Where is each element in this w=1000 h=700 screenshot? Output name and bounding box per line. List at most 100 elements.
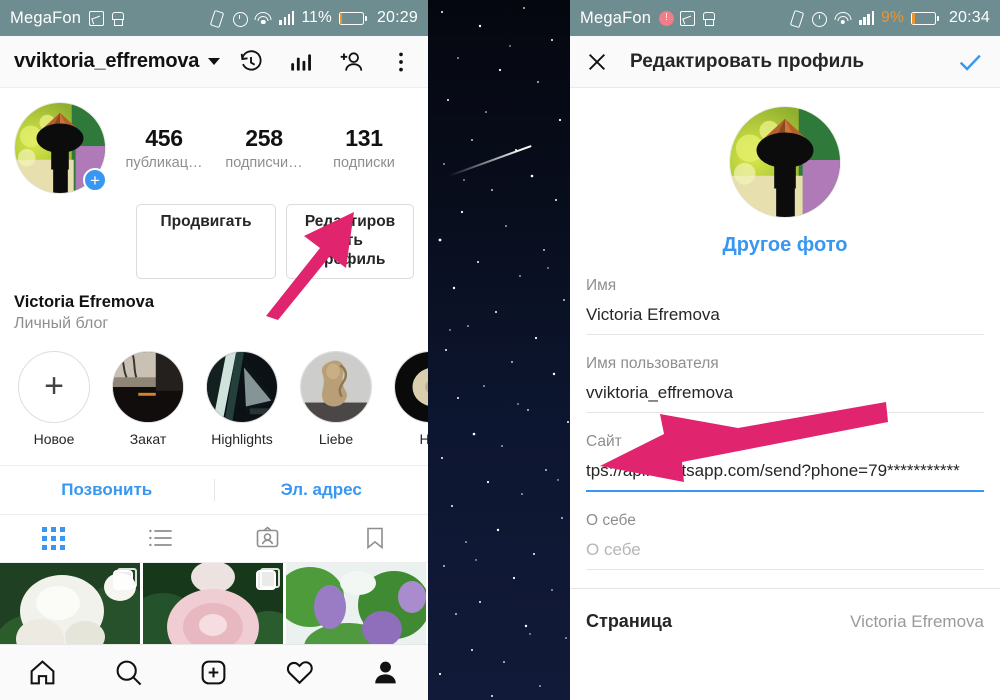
username-input[interactable]: vviktoria_effremova — [586, 373, 984, 412]
history-icon[interactable] — [238, 49, 264, 75]
wifi-icon — [834, 11, 852, 25]
add-person-icon[interactable] — [338, 49, 364, 75]
edit-profile-header: Редактировать профиль — [570, 36, 1000, 88]
stat-following[interactable]: 131 подписки — [316, 125, 412, 171]
avatar[interactable] — [729, 106, 841, 218]
carousel-icon — [256, 567, 280, 590]
call-button[interactable]: Позвонить — [0, 480, 214, 500]
promote-button[interactable]: Продвигать — [136, 204, 276, 279]
profile-tabs — [0, 515, 428, 563]
stat-posts[interactable]: 456 публикац… — [116, 125, 212, 171]
tab-list[interactable] — [107, 515, 214, 562]
highlight-item[interactable]: Liebe — [300, 350, 372, 447]
story-highlights: + Новое Закат Highlights Liebe H — [0, 333, 428, 447]
website-input[interactable]: tps://api.whatsapp.com/send?phone=79****… — [586, 451, 984, 490]
highlight-item[interactable]: Highlights — [206, 350, 278, 447]
screenshot-icon — [680, 10, 696, 26]
chevron-down-icon[interactable] — [208, 58, 221, 65]
contact-buttons: Позвонить Эл. адрес — [0, 464, 429, 515]
battery-icon — [338, 11, 367, 25]
saved-icon — [366, 527, 383, 550]
search-icon — [116, 660, 142, 686]
left-status-bar: MegaFon 11% 20:29 — [0, 0, 428, 36]
highlight-thumbnail — [300, 350, 372, 423]
page-title: Редактировать профиль — [630, 50, 865, 72]
stars — [438, 7, 569, 697]
stat-label: публикац… — [125, 155, 203, 171]
field-underline — [586, 569, 984, 570]
linked-page-row[interactable]: Страница Victoria Efremova — [570, 589, 1000, 632]
sunset-image — [113, 351, 183, 422]
field-username: Имя пользователя vviktoria_effremova — [570, 355, 1000, 413]
nav-profile[interactable] — [342, 658, 428, 687]
email-button[interactable]: Эл. адрес — [215, 480, 429, 500]
wifi-icon — [254, 11, 272, 25]
tagged-icon — [256, 526, 279, 548]
stat-followers[interactable]: 258 подписчи… — [216, 125, 312, 171]
sim-icon: ! — [659, 10, 675, 26]
alarm-icon — [231, 10, 248, 27]
profile-header: vviktoria_effremova — [0, 36, 428, 88]
tab-grid[interactable] — [0, 515, 107, 562]
change-photo-button[interactable]: Другое фото — [723, 234, 848, 257]
nav-home[interactable] — [0, 658, 86, 687]
field-underline — [586, 412, 984, 413]
edit-avatar-block: Другое фото — [570, 88, 1000, 257]
plus-icon: + — [18, 350, 90, 423]
highlight-label: Новое — [33, 430, 75, 447]
edit-profile-button[interactable]: Редактиров ать профиль — [286, 204, 414, 279]
stat-label: подписчи… — [225, 155, 303, 171]
highlight-label: Закат — [129, 430, 167, 447]
profile-username[interactable]: vviktoria_effremova — [14, 50, 199, 73]
check-icon[interactable] — [956, 48, 984, 76]
more-icon[interactable] — [388, 49, 414, 75]
nav-add-post[interactable] — [171, 658, 257, 687]
battery-percent: 9% — [881, 9, 904, 26]
highlight-item[interactable]: Закат — [112, 350, 184, 447]
stats-icon[interactable] — [288, 49, 314, 75]
profile-action-buttons: Продвигать Редактиров ать профиль — [0, 194, 428, 279]
stat-value: 258 — [245, 125, 283, 151]
highlight-item[interactable]: Hig — [394, 350, 428, 447]
signal-icon — [858, 11, 875, 25]
field-website: Сайт tps://api.whatsapp.com/send?phone=7… — [570, 433, 1000, 492]
carousel-icon — [113, 567, 137, 590]
field-label: О себе — [586, 512, 636, 529]
brush-icon — [110, 11, 125, 26]
clock-label: 20:29 — [376, 9, 418, 26]
starfield-image — [428, 0, 570, 700]
carrier-label: MegaFon — [10, 8, 82, 27]
tab-saved[interactable] — [321, 515, 428, 562]
field-underline — [586, 334, 984, 335]
avatar[interactable]: + — [14, 102, 107, 194]
profile-stats: 456 публикац… 258 подписчи… 131 подписки — [106, 125, 414, 171]
name-input[interactable]: Victoria Efremova — [586, 295, 984, 334]
highlight-thumbnail — [394, 350, 428, 423]
screenshot-icon — [89, 10, 105, 26]
screenshot-root: MegaFon 11% 20:29 vviktoria_effremova + … — [0, 0, 1000, 700]
battery-percent: 11% — [301, 9, 332, 26]
home-icon — [30, 660, 55, 685]
bio-category: Личный блог — [14, 314, 109, 332]
highlight-label: Highlights — [211, 430, 273, 447]
vibrate-icon — [788, 10, 804, 26]
highlight-label: Hig — [419, 430, 428, 447]
statue-image — [301, 351, 371, 422]
profile-bio: Victoria Efremova Личный блог — [0, 279, 428, 333]
field-name: Имя Victoria Efremova — [570, 277, 1000, 335]
field-label: Сайт — [586, 433, 622, 450]
bio-input[interactable]: О себе — [586, 530, 984, 569]
grid-icon — [42, 526, 65, 550]
nav-activity[interactable] — [257, 658, 343, 687]
tab-tagged[interactable] — [214, 515, 321, 562]
list-icon — [148, 530, 172, 547]
brush-icon — [701, 11, 716, 26]
highlight-new[interactable]: + Новое — [18, 350, 90, 447]
dark-image — [395, 351, 428, 422]
field-bio: О себе О себе — [570, 512, 1000, 570]
night-sky-divider — [428, 0, 570, 700]
highlight-thumbnail — [206, 350, 278, 423]
nav-search[interactable] — [86, 658, 172, 687]
close-icon[interactable] — [586, 51, 608, 73]
add-story-icon[interactable]: + — [83, 168, 107, 192]
